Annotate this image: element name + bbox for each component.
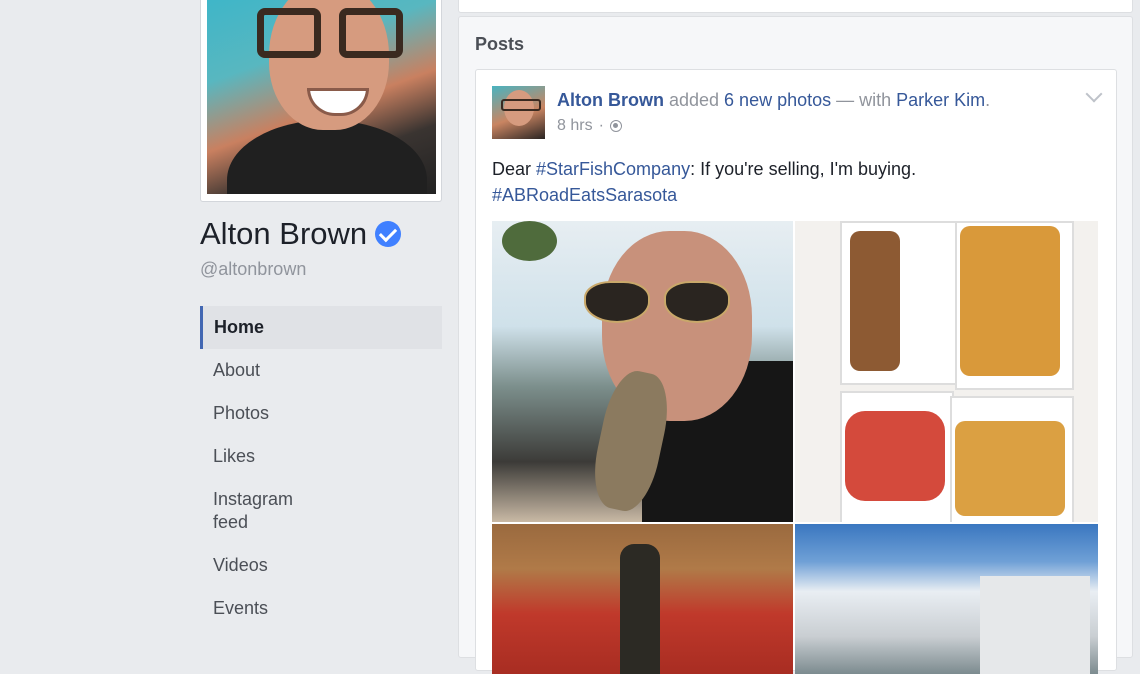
tagged-user-link[interactable]: Parker Kim <box>896 90 985 110</box>
post-author-link[interactable]: Alton Brown <box>557 90 664 110</box>
post: Alton Brown added 6 new photos — with Pa… <box>475 69 1117 674</box>
post-text: Dear #StarFishCompany: If you're selling… <box>492 156 916 208</box>
with-text: — with <box>831 90 897 110</box>
photos-link[interactable]: 6 new photos <box>724 90 831 110</box>
post-action-text: added <box>663 90 725 110</box>
post-meta: 8 hrs · <box>557 117 622 135</box>
post-photo-4[interactable] <box>795 524 1098 674</box>
post-text-prefix: Dear <box>492 159 537 179</box>
page-nav: Home About Photos Likes Instagram feed V… <box>200 306 442 630</box>
profile-picture[interactable] <box>200 0 442 202</box>
nav-item-likes[interactable]: Likes <box>200 435 442 478</box>
photo-grid <box>492 221 1098 674</box>
nav-item-photos[interactable]: Photos <box>200 392 442 435</box>
meta-separator: · <box>598 117 604 134</box>
globe-icon[interactable] <box>609 120 622 132</box>
post-author-avatar[interactable] <box>492 86 545 139</box>
tagged-suffix: . <box>985 90 991 110</box>
hashtag-starfishcompany[interactable]: #StarFishCompany <box>536 159 690 179</box>
posts-section: Posts Alton Brown added 6 new photos — w… <box>458 16 1133 674</box>
post-timestamp[interactable]: 8 hrs <box>557 117 593 135</box>
page-handle[interactable]: @altonbrown <box>200 259 306 280</box>
post-text-body: : If you're selling, I'm buying. <box>690 159 917 179</box>
post-photo-2[interactable] <box>795 221 1098 522</box>
profile-photo <box>207 0 436 194</box>
page-name-text[interactable]: Alton Brown <box>200 216 367 252</box>
posts-header: Posts <box>475 34 525 54</box>
nav-item-about[interactable]: About <box>200 349 442 392</box>
chevron-down-icon[interactable] <box>1085 85 1103 103</box>
post-headline: Alton Brown added 6 new photos — with Pa… <box>557 90 990 111</box>
hashtag-abroadeatssarasota[interactable]: #ABRoadEatsSarasota <box>492 185 677 205</box>
nav-item-videos[interactable]: Videos <box>200 544 442 587</box>
page-name[interactable]: Alton Brown <box>200 216 402 252</box>
post-photo-1[interactable] <box>492 221 793 522</box>
nav-item-instagram-feed[interactable]: Instagram feed <box>200 478 320 544</box>
nav-item-home[interactable]: Home <box>200 306 442 349</box>
nav-item-events[interactable]: Events <box>200 587 442 630</box>
verified-badge-icon <box>375 221 402 247</box>
top-card <box>458 0 1133 13</box>
post-photo-3[interactable] <box>492 524 793 674</box>
